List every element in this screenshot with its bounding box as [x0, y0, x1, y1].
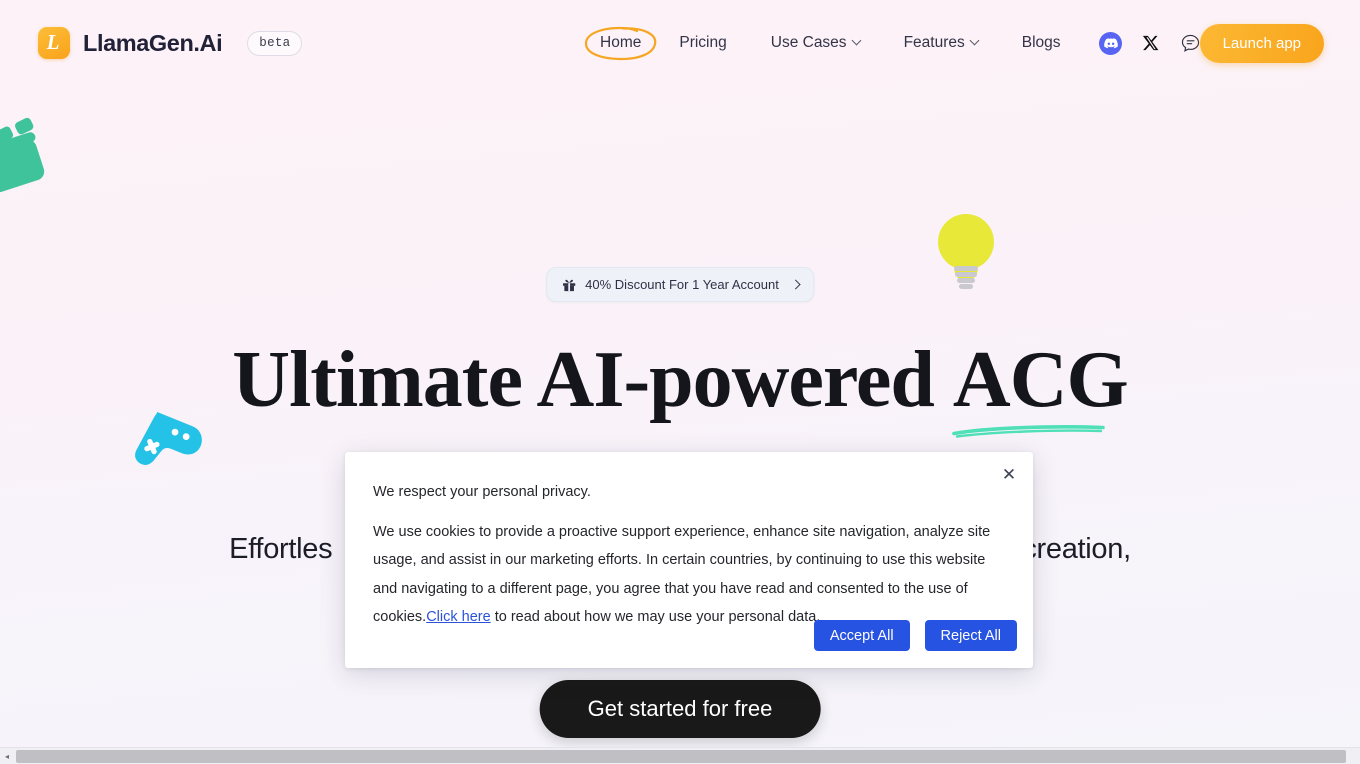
cookie-modal-actions: Accept All Reject All: [813, 620, 1017, 651]
hero-subheadline-right: creation,: [1022, 533, 1131, 565]
discord-link[interactable]: [1091, 23, 1131, 63]
chevron-right-icon: [790, 279, 801, 290]
social-links: [1091, 23, 1211, 63]
chat-bubble-icon: [1181, 34, 1200, 52]
reject-all-button[interactable]: Reject All: [924, 620, 1017, 651]
close-icon[interactable]: ✕: [997, 462, 1021, 486]
discord-icon: [1099, 31, 1123, 55]
discount-banner-label: 40% Discount For 1 Year Account: [585, 277, 779, 292]
nav-item-blogs[interactable]: Blogs: [1000, 34, 1083, 52]
nav-item-features-label: Features: [903, 34, 965, 51]
launch-app-button[interactable]: Launch app: [1199, 24, 1324, 63]
nav-item-pricing-label: Pricing: [679, 34, 727, 51]
nav-item-features[interactable]: Features: [882, 34, 1000, 52]
hero-subheadline-left: Effortles: [229, 533, 333, 565]
cookie-modal-body: We use cookies to provide a proactive su…: [373, 518, 1005, 631]
horizontal-scrollbar[interactable]: ◂: [0, 747, 1360, 764]
headline-underline-decoration: [952, 425, 1105, 438]
beta-badge: beta: [247, 30, 303, 56]
accept-all-button[interactable]: Accept All: [813, 620, 910, 651]
cookie-consent-modal: ✕ We respect your personal privacy. We u…: [345, 452, 1033, 668]
cookie-modal-title: We respect your personal privacy.: [373, 484, 591, 500]
main-navigation: Home Pricing Use Cases Features Blogs: [584, 0, 1211, 86]
site-header: L LlamaGen.Ai beta Home Pricing Use Case…: [0, 0, 1360, 86]
nav-item-pricing[interactable]: Pricing: [657, 34, 748, 52]
chevron-down-icon: [969, 35, 980, 45]
scrollbar-track[interactable]: [14, 748, 1360, 764]
nav-item-blogs-label: Blogs: [1021, 34, 1061, 51]
scrollbar-thumb[interactable]: [16, 749, 1346, 763]
x-twitter-link[interactable]: [1131, 23, 1171, 63]
scroll-left-arrow-icon[interactable]: ◂: [0, 748, 14, 764]
brand-name: LlamaGen.Ai: [83, 29, 223, 56]
gift-icon: [563, 279, 576, 291]
cookie-policy-link[interactable]: Click here: [426, 609, 490, 625]
nav-item-home-label: Home: [600, 34, 642, 51]
hero-headline-prefix: Ultimate AI-powered: [232, 336, 953, 424]
hero-headline-line1: Ultimate AI-powered ACG: [0, 336, 1360, 438]
discount-banner[interactable]: 40% Discount For 1 Year Account: [546, 267, 814, 302]
nav-item-home[interactable]: Home: [584, 26, 657, 61]
cookie-body-text-2: to read about how we may use your person…: [490, 608, 821, 625]
logo-letter: L: [46, 29, 60, 54]
nav-item-use-cases-label: Use Cases: [770, 34, 847, 51]
chevron-down-icon: [851, 35, 862, 45]
llamagen-logo-icon: L: [38, 27, 70, 59]
brand-logo[interactable]: L LlamaGen.Ai beta: [38, 27, 303, 59]
get-started-button[interactable]: Get started for free: [539, 680, 821, 738]
x-twitter-icon: [1142, 35, 1158, 51]
hero-headline-highlight: ACG: [952, 336, 1129, 424]
nav-item-use-cases[interactable]: Use Cases: [749, 34, 882, 52]
